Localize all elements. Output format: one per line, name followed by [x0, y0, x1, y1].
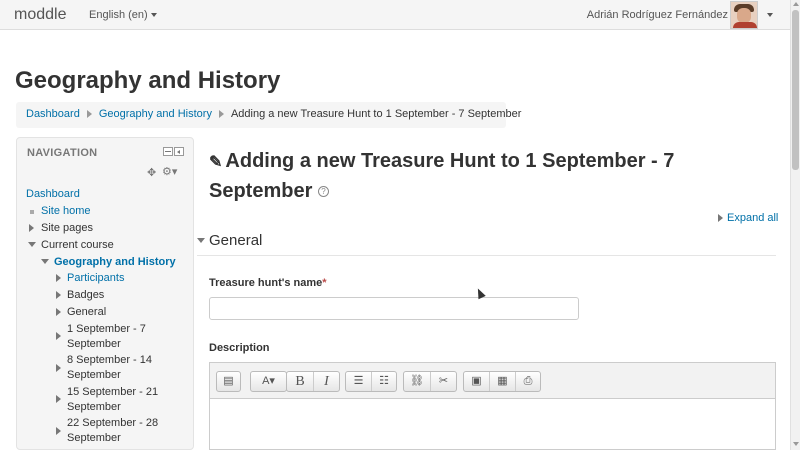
- form-heading: ✎ Adding a new Treasure Hunt to 1 Septemb…: [209, 147, 709, 206]
- section-general[interactable]: General: [197, 232, 776, 256]
- breadcrumb-separator-icon: [86, 110, 92, 119]
- toolbar-group: ☰ ☷: [345, 371, 397, 392]
- nav-item-general[interactable]: General: [67, 306, 106, 318]
- breadcrumb-course[interactable]: Geography and History: [99, 108, 212, 120]
- description-label: Description: [209, 342, 270, 354]
- breadcrumb-separator-icon: [218, 110, 224, 119]
- gear-icon[interactable]: ⚙▾: [162, 165, 177, 178]
- required-marker: *: [322, 277, 327, 289]
- treasure-hunt-name-input[interactable]: [209, 297, 579, 320]
- collapse-arrow-icon[interactable]: [28, 242, 36, 247]
- user-menu-chevron-icon[interactable]: [767, 13, 773, 17]
- unordered-list-icon[interactable]: ☰: [346, 372, 371, 391]
- expand-arrow-icon[interactable]: [56, 364, 61, 372]
- media-icon[interactable]: ▦: [489, 372, 515, 391]
- breadcrumb-dashboard[interactable]: Dashboard: [26, 108, 80, 120]
- toolbar-group: ⛓ ✂: [403, 371, 457, 392]
- description-editor[interactable]: ▤ A▾ B I ☰ ☷ ⛓ ✂ ▣ ▦ ⎙: [209, 362, 776, 450]
- form-heading-text: Adding a new Treasure Hunt to 1 Septembe…: [209, 150, 675, 202]
- toolbar-group: B I: [286, 371, 340, 392]
- chevron-down-icon: [150, 13, 157, 18]
- expand-arrow-icon[interactable]: [56, 291, 61, 299]
- collapse-arrow-icon[interactable]: [41, 259, 49, 264]
- nav-item-course[interactable]: Geography and History: [54, 256, 176, 268]
- ordered-list-icon[interactable]: ☷: [371, 372, 396, 391]
- name-label-text: Treasure hunt's name: [209, 277, 323, 289]
- scrollbar-thumb[interactable]: [792, 10, 799, 170]
- dock-block-icon[interactable]: [174, 147, 184, 156]
- font-size-icon[interactable]: A▾: [251, 372, 286, 391]
- expand-arrow-icon[interactable]: [29, 224, 34, 232]
- avatar-shirt: [733, 22, 757, 28]
- editor-toolbar: ▤ A▾ B I ☰ ☷ ⛓ ✂ ▣ ▦ ⎙: [210, 363, 775, 399]
- breadcrumb: Dashboard Geography and History Adding a n…: [16, 102, 521, 128]
- italic-icon[interactable]: I: [313, 372, 339, 391]
- nav-item-current-course[interactable]: Current course: [41, 239, 114, 251]
- user-name[interactable]: Adrián Rodríguez Fernández: [587, 9, 728, 21]
- nav-item-site-pages[interactable]: Site pages: [41, 222, 93, 234]
- help-icon[interactable]: ?: [317, 186, 329, 198]
- hide-block-icon[interactable]: [163, 147, 173, 156]
- bullet-icon: [30, 210, 34, 214]
- expand-all-label: Expand all: [727, 212, 779, 224]
- nav-item-week-2-line1[interactable]: 8 September - 14: [67, 354, 152, 366]
- breadcrumb-current: Adding a new Treasure Hunt to 1 Septembe…: [230, 108, 522, 120]
- toggle-toolbar-icon[interactable]: ▤: [217, 372, 240, 391]
- avatar[interactable]: [730, 1, 758, 29]
- site-brand[interactable]: moddle: [14, 6, 66, 24]
- nav-item-badges[interactable]: Badges: [67, 289, 104, 301]
- navigation-header: NAVIGATION: [27, 147, 98, 159]
- toolbar-group: A▾: [250, 371, 287, 392]
- avatar-face: [737, 8, 751, 23]
- nav-item-site-home[interactable]: Site home: [41, 205, 91, 217]
- nav-item-week-1-line2[interactable]: September: [67, 338, 121, 350]
- unlink-icon[interactable]: ✂: [430, 372, 456, 391]
- page-scrollbar[interactable]: [790, 0, 800, 450]
- language-label: English (en): [89, 9, 148, 21]
- nav-item-dashboard[interactable]: Dashboard: [26, 188, 80, 200]
- expand-all-link[interactable]: Expand all: [718, 212, 778, 224]
- language-menu[interactable]: English (en): [89, 9, 157, 21]
- collapse-arrow-icon[interactable]: [197, 238, 205, 243]
- scroll-down-icon[interactable]: [793, 442, 799, 446]
- nav-item-week-1-line1[interactable]: 1 September - 7: [67, 323, 146, 335]
- expand-arrow-icon[interactable]: [56, 274, 61, 282]
- top-navbar: moddle English (en) Adrián Rodríguez Fer…: [0, 0, 790, 30]
- page-title: Geography and History: [15, 67, 281, 94]
- expand-arrow-icon[interactable]: [56, 308, 61, 316]
- toolbar-group: ▤: [216, 371, 241, 392]
- treasure-hunt-icon: ✎: [209, 154, 223, 171]
- nav-item-week-4-line1[interactable]: 22 September - 28: [67, 417, 158, 429]
- expand-arrow-icon[interactable]: [56, 427, 61, 435]
- expand-arrow-icon: [718, 214, 723, 223]
- section-general-label: General: [209, 232, 263, 249]
- nav-item-week-2-line2[interactable]: September: [67, 369, 121, 381]
- expand-arrow-icon[interactable]: [56, 395, 61, 403]
- link-icon[interactable]: ⛓: [404, 372, 430, 391]
- expand-arrow-icon[interactable]: [56, 332, 61, 340]
- nav-item-week-3-line1[interactable]: 15 September - 21: [67, 386, 158, 398]
- nav-item-week-4-line2[interactable]: September: [67, 432, 121, 444]
- move-icon[interactable]: ✥: [147, 166, 156, 179]
- nav-item-week-3-line2[interactable]: September: [67, 401, 121, 413]
- manage-files-icon[interactable]: ⎙: [515, 372, 540, 391]
- image-icon[interactable]: ▣: [464, 372, 489, 391]
- scroll-up-icon[interactable]: [793, 2, 799, 6]
- name-field-label: Treasure hunt's name*: [209, 277, 327, 289]
- nav-item-participants[interactable]: Participants: [67, 272, 124, 284]
- bold-icon[interactable]: B: [287, 372, 313, 391]
- toolbar-group: ▣ ▦ ⎙: [463, 371, 541, 392]
